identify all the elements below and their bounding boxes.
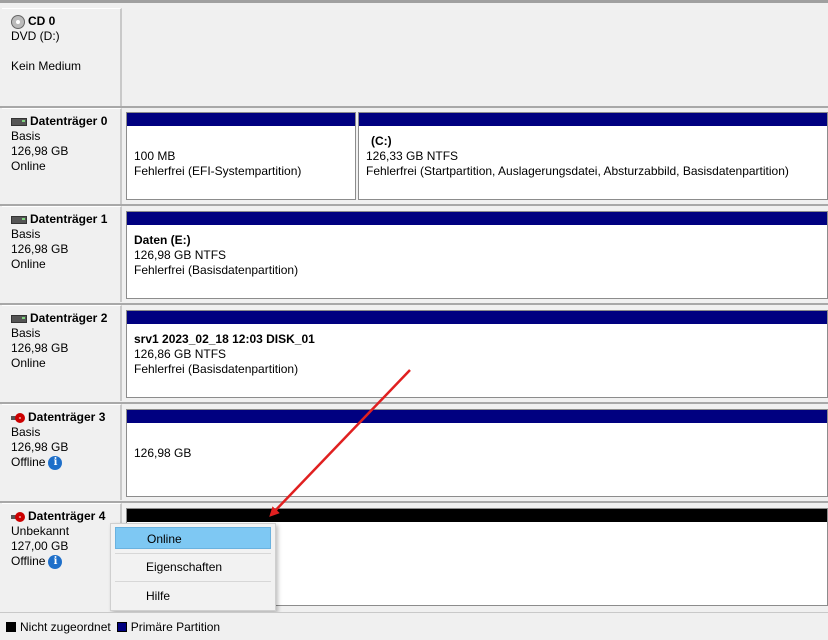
disk-status: Offline [11,554,46,568]
partition-title: (C:) [371,134,392,148]
disk-icon [11,215,27,224]
disk-type: Basis [11,326,41,340]
disk-status: Online [11,159,46,173]
cd-icon [11,14,25,29]
partition-bar [127,113,355,126]
disk-name: Datenträger 0 [30,114,108,128]
menu-separator [115,581,271,582]
partition-status: Fehlerfrei (Basisdatenpartition) [134,362,299,376]
disk-type: DVD (D:) [11,29,60,43]
disk-type: Basis [11,129,41,143]
disk-label-0[interactable]: Datenträger 0 Basis 126,98 GB Online [2,108,122,204]
disk-status: Offline [11,455,46,469]
disk-status: Kein Medium [11,59,82,73]
partition-bar [127,212,827,225]
partition-bar-unallocated [127,509,827,522]
disk-label-1[interactable]: Datenträger 1 Basis 126,98 GB Online [2,206,122,302]
disk-label-3[interactable]: - Datenträger 3 Basis 126,98 GB Offline i [2,404,122,500]
disk-offline-icon: - [11,511,25,522]
disk-row-cd0: CD 0 DVD (D:) Kein Medium [2,8,828,106]
partition-srv1[interactable]: srv1 2023_02_18 12:03 DISK_01 126,86 GB … [126,310,828,398]
disk-offline-icon: - [11,412,25,423]
partition-e[interactable]: Daten (E:) 126,98 GB NTFS Fehlerfrei (Ba… [126,211,828,299]
context-menu: Online Eigenschaften Hilfe [110,523,276,611]
info-icon[interactable]: i [48,455,63,470]
disk-size [11,44,120,59]
partition-status: Fehlerfrei (Basisdatenpartition) [134,263,299,277]
partition-status: Fehlerfrei (EFI-Systempartition) [134,164,302,178]
disk-status: Online [11,356,46,370]
disk-name: Datenträger 1 [30,212,108,226]
disk-type: Basis [11,227,41,241]
info-icon[interactable]: i [48,554,63,569]
disk-icon [11,117,27,126]
legend-label: Primäre Partition [130,619,221,634]
partition-size: 126,33 GB NTFS [366,149,459,163]
legend-swatch-black [6,622,16,633]
disk-name: Datenträger 2 [30,311,108,325]
partition-size: 126,98 GB NTFS [134,248,227,262]
partition-d3[interactable]: 126,98 GB [126,409,828,497]
disk-label-cd0[interactable]: CD 0 DVD (D:) Kein Medium [2,8,122,106]
legend-primary: Primäre Partition [116,619,221,634]
legend-swatch-blue [116,622,127,633]
menu-item-online[interactable]: Online [115,527,271,549]
partition-bar [127,311,827,324]
partition-size: 100 MB [134,149,176,163]
legend-bar: Nicht zugeordnet Primäre Partition [0,612,828,640]
disk-type: Basis [11,425,41,439]
partition-bar [359,113,827,126]
legend-label: Nicht zugeordnet [20,619,111,634]
partition-c[interactable]: (C:) 126,33 GB NTFS Fehlerfrei (Startpar… [358,112,828,200]
disk-type: Unbekannt [11,524,70,538]
disk-name: Datenträger 3 [28,410,106,424]
partition-bar [127,410,827,423]
partition-title: srv1 2023_02_18 12:03 DISK_01 [134,332,315,346]
disk-size: 126,98 GB [11,440,69,454]
legend-unallocated: Nicht zugeordnet [6,620,111,634]
menu-item-help[interactable]: Hilfe [115,585,271,607]
disk-status: Online [11,257,46,271]
disk-icon [11,314,27,323]
disk-size: 127,00 GB [11,539,69,553]
disk-name: CD 0 [28,14,56,28]
disk-size: 126,98 GB [11,144,69,158]
disk-size: 126,98 GB [11,242,69,256]
partition-status: Fehlerfrei (Startpartition, Auslagerungs… [366,164,789,178]
partition-size: 126,86 GB NTFS [134,347,227,361]
partition-size: 126,98 GB [134,446,192,460]
menu-item-properties[interactable]: Eigenschaften [115,556,271,578]
disk-name: Datenträger 4 [28,509,106,523]
disk-label-2[interactable]: Datenträger 2 Basis 126,98 GB Online [2,305,122,401]
disk-size: 126,98 GB [11,341,69,355]
partition-efi[interactable]: 100 MB Fehlerfrei (EFI-Systempartition) [126,112,356,200]
partition-title: Daten (E:) [134,233,191,247]
disk-label-4[interactable]: - Datenträger 4 Unbekannt 127,00 GB Offli… [2,503,122,607]
menu-separator [115,553,271,554]
